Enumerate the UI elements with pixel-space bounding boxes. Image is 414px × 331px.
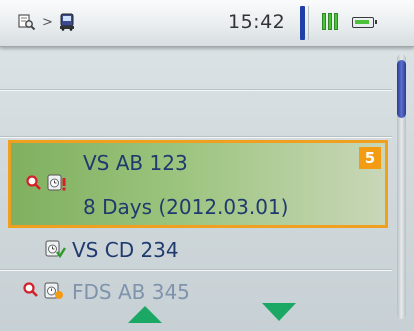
signal-strength-icon — [322, 13, 338, 30]
item-label: VS CD 234 — [72, 238, 179, 262]
scroll-up-arrow-icon[interactable] — [128, 306, 162, 323]
item-status-icons — [44, 239, 66, 259]
clock-check-icon — [44, 239, 66, 259]
item-status-icons — [25, 173, 68, 193]
item-title: VS AB 123 — [83, 151, 188, 175]
list-item[interactable]: FDS AB 345 — [0, 272, 392, 312]
device-screen: > 15:42 VS AB 123 8 Days (2012.03.01) 5 … — [0, 0, 414, 331]
item-subtitle: 8 Days (2012.03.01) — [83, 195, 289, 219]
item-label: FDS AB 345 — [72, 280, 190, 304]
clock-warning-icon — [43, 281, 65, 301]
clock: 15:42 — [228, 11, 286, 33]
count-badge: 5 — [359, 147, 381, 169]
scroll-down-arrow-icon[interactable] — [262, 303, 296, 321]
breadcrumb[interactable]: > — [18, 13, 75, 31]
row-divider — [0, 270, 392, 271]
battery-icon — [352, 17, 377, 28]
clock-alert-icon — [46, 173, 68, 193]
search-document-icon — [18, 13, 36, 31]
row-divider — [0, 90, 392, 91]
list-item-selected[interactable]: VS AB 123 8 Days (2012.03.01) 5 — [8, 140, 388, 228]
row-divider — [0, 137, 392, 138]
status-divider — [300, 6, 305, 40]
breadcrumb-separator: > — [42, 14, 53, 30]
list-item[interactable]: VS CD 234 — [0, 230, 392, 270]
vehicle-icon — [59, 13, 75, 31]
search-alert-icon — [25, 174, 43, 192]
status-bar: > 15:42 — [0, 0, 414, 47]
item-status-icons — [22, 281, 65, 301]
status-divider-thin — [308, 6, 309, 40]
search-alert-icon — [22, 281, 40, 301]
scrollbar-thumb[interactable] — [397, 60, 406, 118]
